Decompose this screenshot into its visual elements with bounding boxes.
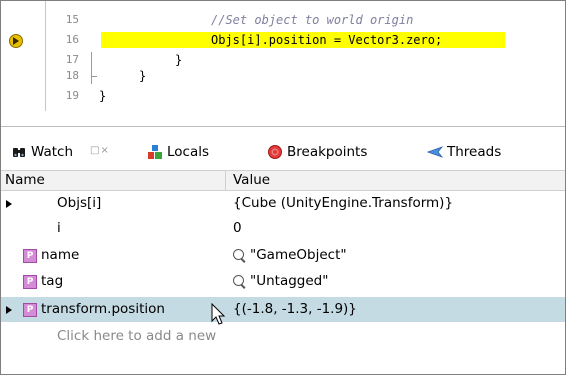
magnifier-icon[interactable] xyxy=(233,275,244,286)
code-line-19: 19 } xyxy=(1,88,565,104)
tab-locals[interactable]: Locals xyxy=(147,142,227,162)
column-divider[interactable] xyxy=(225,171,226,190)
line-number: 15 xyxy=(65,13,79,26)
tab-label: Breakpoints xyxy=(287,144,368,160)
row-name: name xyxy=(41,247,80,263)
code-line-16: 16 Objs[i].position = Vector3.zero; xyxy=(1,32,565,48)
breakpoint-icon xyxy=(267,144,283,160)
watch-table-header: Name Value xyxy=(1,170,565,191)
add-watch-placeholder[interactable]: Click here to add a new xyxy=(57,326,216,346)
fold-guide xyxy=(87,68,97,84)
line-number: 16 xyxy=(65,33,79,46)
line-number: 17 xyxy=(65,53,79,66)
mouse-pointer-icon xyxy=(211,302,227,331)
tab-label: Threads xyxy=(447,144,502,160)
magnifier-icon[interactable] xyxy=(233,249,244,260)
row-name: Objs[i] xyxy=(57,195,102,211)
row-name: i xyxy=(57,220,61,236)
fold-guide xyxy=(87,52,97,68)
code-line-18: 18 } xyxy=(1,68,565,84)
table-row[interactable]: i 0 xyxy=(1,216,565,241)
locals-blocks-icon xyxy=(147,144,163,160)
row-value: "GameObject" xyxy=(250,247,347,263)
table-row[interactable]: Objs[i] {Cube (UnityEngine.Transform)} xyxy=(1,191,565,216)
row-value-cell: "GameObject" xyxy=(233,243,347,268)
property-icon: P xyxy=(23,275,37,289)
row-value: "Untagged" xyxy=(250,273,329,289)
code-line-15: 15 //Set object to world origin xyxy=(1,12,565,28)
close-tab-icon[interactable]: □× xyxy=(90,145,110,156)
tab-label: Watch xyxy=(31,144,74,160)
table-row-selected[interactable]: P transform.position {(-1.8, -1.3, -1.9)… xyxy=(1,297,565,322)
table-row[interactable]: P tag "Untagged" xyxy=(1,269,565,294)
line-number: 19 xyxy=(65,89,79,102)
line-number: 18 xyxy=(65,69,79,82)
expand-arrow-icon[interactable] xyxy=(6,306,12,314)
debugger-window: 15 //Set object to world origin 16 Objs[… xyxy=(0,0,566,375)
binoculars-icon xyxy=(11,144,27,160)
property-icon: P xyxy=(23,249,37,263)
code-text: } xyxy=(139,69,147,83)
expand-arrow-icon[interactable] xyxy=(6,200,12,208)
column-header-value[interactable]: Value xyxy=(233,171,270,190)
row-name: transform.position xyxy=(41,301,165,317)
row-name: tag xyxy=(41,273,64,289)
row-value: 0 xyxy=(233,220,242,236)
debug-pad-tabs: Watch □× Locals Breakpoints Threads xyxy=(1,126,565,171)
code-text: //Set object to world origin xyxy=(211,13,414,27)
row-value: {(-1.8, -1.3, -1.9)} xyxy=(233,301,357,317)
tab-label: Locals xyxy=(167,144,210,160)
table-row[interactable]: P name "GameObject" xyxy=(1,243,565,268)
tab-breakpoints[interactable]: Breakpoints xyxy=(267,142,387,162)
current-statement-arrow-icon[interactable] xyxy=(9,34,23,48)
code-line-17: 17 } xyxy=(1,52,565,68)
tab-threads[interactable]: Threads xyxy=(426,142,527,162)
code-text: } xyxy=(175,53,183,67)
code-text: Objs[i].position = Vector3.zero; xyxy=(211,33,443,47)
code-text: } xyxy=(99,89,107,103)
threads-icon xyxy=(426,144,444,160)
column-header-name[interactable]: Name xyxy=(5,171,45,190)
code-editor[interactable]: 15 //Set object to world origin 16 Objs[… xyxy=(1,1,565,126)
row-value: {Cube (UnityEngine.Transform)} xyxy=(233,195,454,211)
property-icon: P xyxy=(23,303,37,317)
row-value-cell: "Untagged" xyxy=(233,269,328,294)
